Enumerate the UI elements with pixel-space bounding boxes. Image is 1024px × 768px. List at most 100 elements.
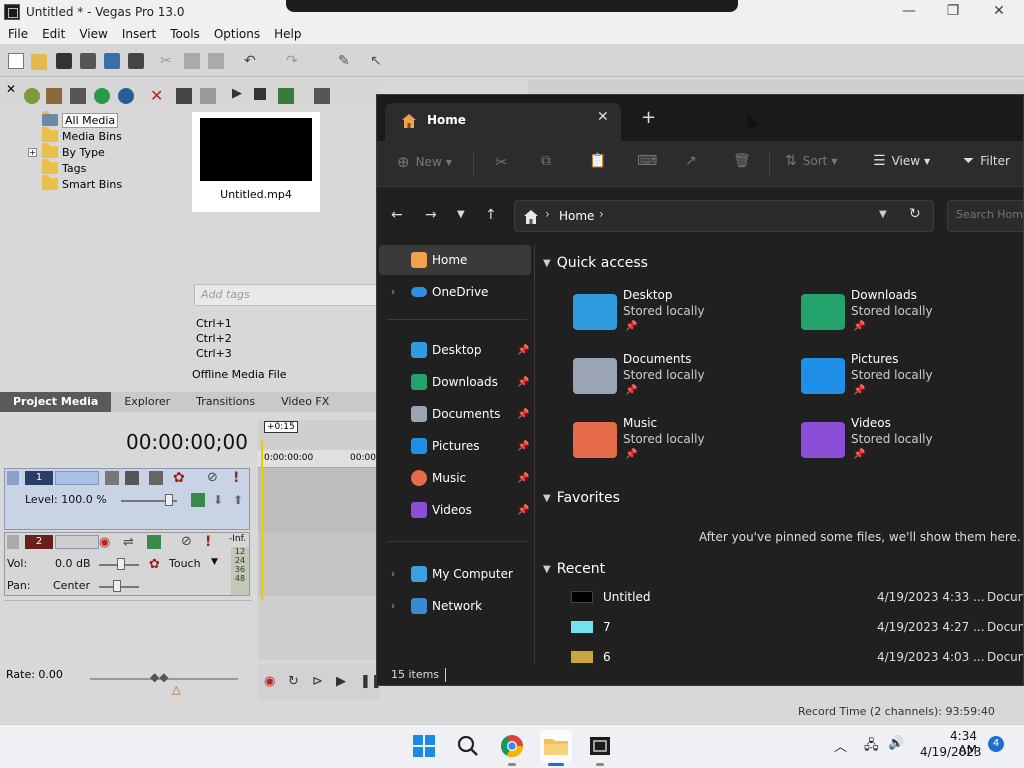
tree-item-by-type[interactable]: By Type [42,143,105,160]
nav-item-downloads[interactable]: Downloads 📌 [379,367,531,397]
network-status-icon[interactable]: 🖧 [864,736,879,758]
mute-icon[interactable]: ⊘ [181,534,197,550]
show-hidden-icons-icon[interactable]: ︿ [834,736,847,755]
loop-icon[interactable]: ↻ [288,674,304,690]
close-pane-icon[interactable]: ✕ [6,82,22,98]
render-icon[interactable] [104,53,120,69]
menu-options[interactable]: Options [214,27,260,41]
quick-access-header[interactable]: ▼ Quick access [543,255,648,271]
up-icon[interactable]: ↑ [485,207,497,223]
play-from-start-icon[interactable]: ⊳ [312,674,328,690]
cut-icon[interactable]: ✂ [495,153,508,171]
audio-track-header[interactable]: 2 ◉ ⇌ ⊘ ! -Inf. Vol: 0.0 dB ✿ Touch ▼ Pa… [4,532,250,596]
properties-icon[interactable] [128,53,144,69]
arm-record-icon[interactable]: ◉ [99,535,115,551]
search-button[interactable] [452,730,484,762]
invert-phase-icon[interactable]: ⇌ [123,535,139,551]
cut-icon[interactable]: ✂ [160,53,176,69]
play-icon[interactable]: ▶ [232,86,248,102]
nav-item-pictures[interactable]: Pictures 📌 [379,431,531,461]
nav-item-music[interactable]: Music 📌 [379,463,531,493]
recent-row[interactable]: 6 4/19/2023 4:03 ... Docum [567,643,1023,663]
copy-icon[interactable] [184,53,200,69]
nav-item-onedrive[interactable]: › OneDrive [379,277,531,307]
save-icon[interactable] [56,53,72,69]
tab-project-media[interactable]: Project Media [0,392,112,412]
media-properties-icon[interactable] [176,88,192,104]
delete-icon[interactable]: 🗑 [733,153,751,169]
share-icon[interactable]: ↗ [685,153,697,169]
rename-icon[interactable]: ⌨ [637,153,657,169]
open-folder-icon[interactable] [31,54,47,70]
chevron-down-icon[interactable]: ▼ [879,209,887,220]
up-arrow-icon[interactable]: ⬆ [233,493,249,509]
pause-icon[interactable]: ❚❚ [360,674,382,690]
volume-knob[interactable] [117,558,125,570]
chrome-taskbar-button[interactable] [496,730,528,762]
pan-knob[interactable] [113,580,121,592]
quick-access-pictures[interactable]: Pictures Stored locally 📌 [801,352,1021,412]
save-as-icon[interactable] [80,53,96,69]
media-tool-icon[interactable] [24,88,40,104]
track-name-field[interactable] [55,535,99,549]
address-bar[interactable]: › Home › ▼ ↻ [514,200,934,232]
media-thumbnail[interactable]: Untitled.mp4 [192,112,320,212]
nav-item-desktop[interactable]: Desktop 📌 [379,335,531,365]
recent-locations-icon[interactable]: ▼ [457,209,465,220]
expand-icon[interactable]: + [28,148,37,157]
new-button[interactable]: ⊕ New ▼ [397,153,452,171]
level-knob[interactable] [165,494,173,506]
video-lane[interactable] [258,468,380,532]
paste-icon[interactable] [208,53,224,69]
nav-item-documents[interactable]: Documents 📌 [379,399,531,429]
breadcrumb-chevron-icon[interactable]: › [599,207,604,221]
automation-mode[interactable]: Touch [169,557,201,570]
fx-chain-icon[interactable] [149,471,163,485]
chevron-right-icon[interactable]: › [391,287,395,298]
file-explorer-taskbar-button[interactable] [540,730,572,762]
stop-icon[interactable] [254,88,266,100]
chevron-right-icon[interactable]: › [391,569,395,580]
auto-preview-icon[interactable] [278,88,294,104]
fx-icon[interactable] [200,88,216,104]
menu-view[interactable]: View [79,27,107,41]
solo-icon[interactable]: ! [205,534,221,550]
favorites-header[interactable]: ▼ Favorites [543,490,620,506]
volume-icon[interactable]: 🔊 [888,736,904,751]
tab-explorer[interactable]: Explorer [111,392,183,412]
views-icon[interactable] [314,88,330,104]
tree-item-smart-bins[interactable]: Smart Bins [42,175,122,192]
menu-file[interactable]: File [8,27,28,41]
mute-icon[interactable]: ⊘ [207,470,223,486]
new-project-icon[interactable] [8,53,24,69]
search-input[interactable] [956,208,1023,221]
tree-item-media-bins[interactable]: Media Bins [42,127,122,144]
tab-home[interactable]: Home ✕ [385,103,621,141]
start-button[interactable] [408,730,440,762]
menu-help[interactable]: Help [274,27,301,41]
search-box[interactable] [947,200,1023,232]
refresh-icon[interactable] [94,88,110,104]
playhead-cursor[interactable] [261,440,263,600]
redo-icon[interactable]: ↷ [286,53,302,69]
recent-row[interactable]: Untitled 4/19/2023 4:33 ... Docum [567,583,1023,611]
brush-icon[interactable]: ✎ [338,53,354,69]
nav-item-videos[interactable]: Videos 📌 [379,495,531,525]
sort-button[interactable]: ⇅ Sort ▼ [785,153,838,169]
notification-badge[interactable]: 4 [988,736,1004,752]
record-icon[interactable]: ◉ [264,674,280,690]
remove-icon[interactable]: ✕ [150,86,166,105]
capture-icon[interactable] [70,88,86,104]
collapse-icon[interactable] [7,471,19,485]
search-media-icon[interactable] [118,88,134,104]
tab-transitions[interactable]: Transitions [183,392,268,412]
menu-tools[interactable]: Tools [170,27,200,41]
chevron-right-icon[interactable]: › [391,601,395,612]
quick-access-downloads[interactable]: Downloads Stored locally 📌 [801,288,1021,348]
paste-icon[interactable]: 📋 [589,153,606,169]
audio-fx-icon[interactable] [147,535,161,549]
minimize-icon[interactable]: — [886,0,932,24]
play-icon[interactable]: ▶ [336,674,352,690]
solo-icon[interactable]: ! [233,470,249,486]
composite-icon[interactable] [105,471,119,485]
